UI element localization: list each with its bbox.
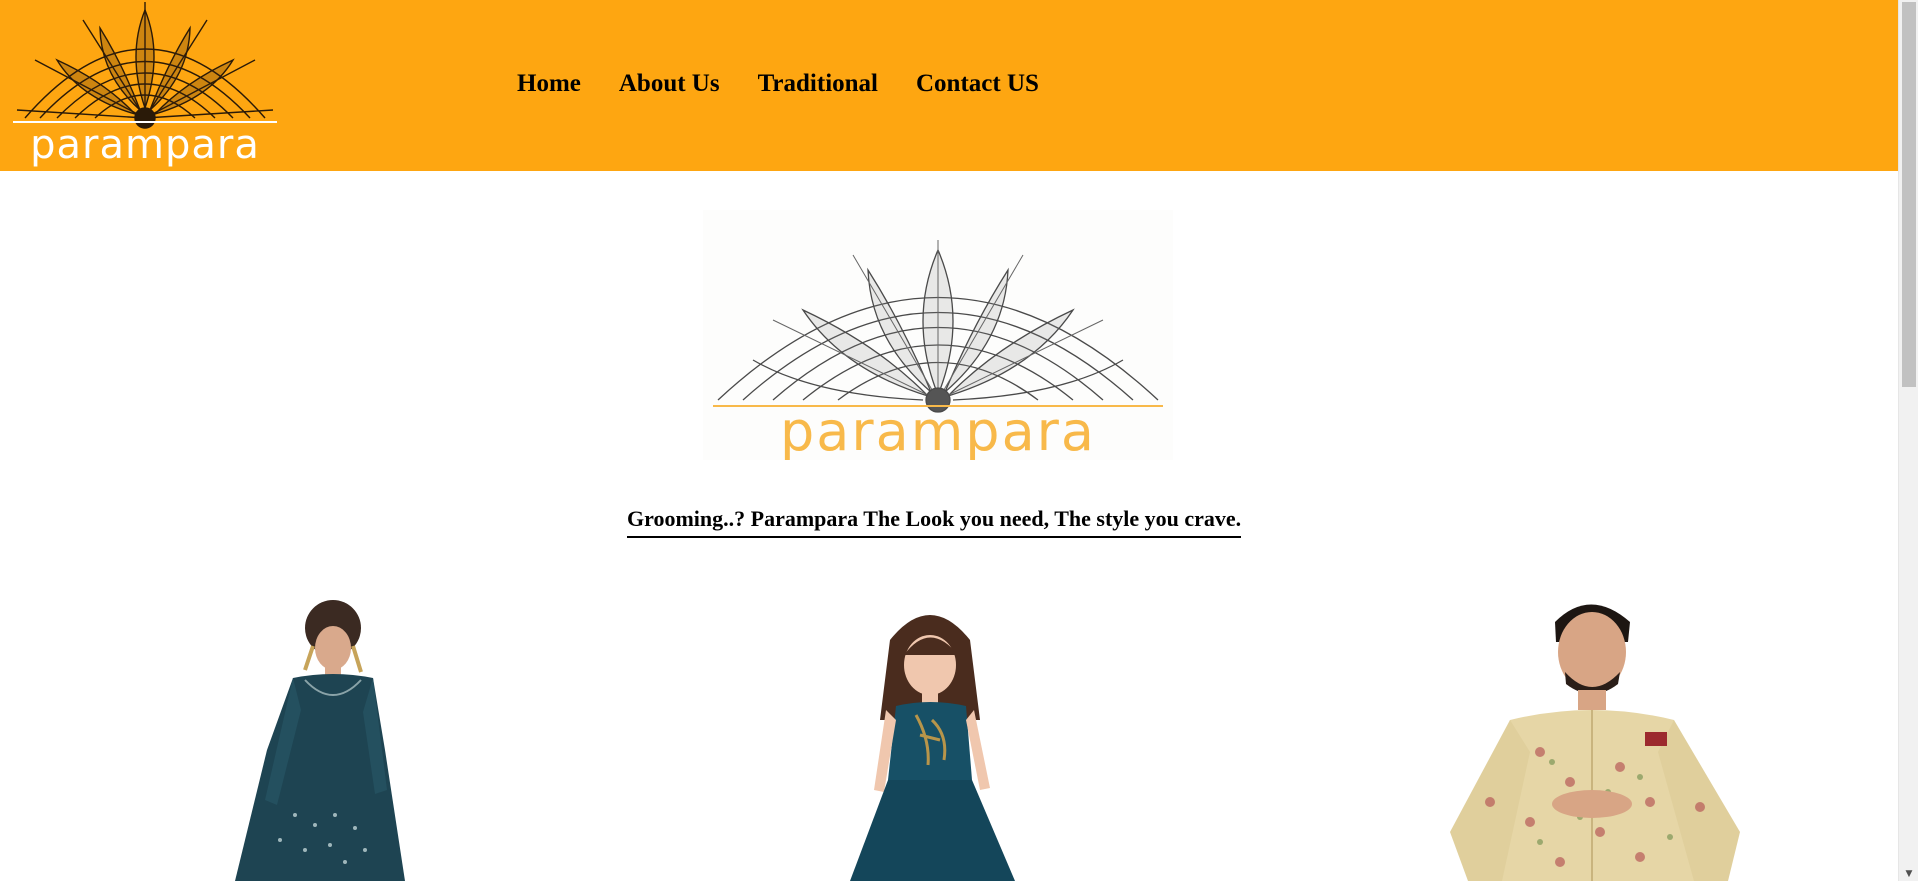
mandala-logo-icon: parampara xyxy=(703,210,1173,460)
man-sherwani-image xyxy=(1450,604,1740,881)
scrollbar-thumb[interactable] xyxy=(1902,2,1916,387)
hero-logo: parampara xyxy=(703,210,1173,460)
product-image-man-sherwani[interactable] xyxy=(1440,592,1760,881)
vertical-scrollbar[interactable]: ▼ xyxy=(1898,0,1918,881)
nav-contact-us[interactable]: Contact US xyxy=(916,69,1039,99)
nav-home[interactable]: Home xyxy=(517,69,581,99)
nav-traditional[interactable]: Traditional xyxy=(758,69,878,99)
scroll-down-arrow-icon[interactable]: ▼ xyxy=(1899,867,1918,881)
page: parampara Home About Us Traditional Cont… xyxy=(0,0,1918,881)
hero-tagline: Grooming..? Parampara The Look you need,… xyxy=(627,506,1242,538)
girl-gown-image xyxy=(850,615,1015,881)
product-image-woman-dress[interactable] xyxy=(205,600,415,881)
site-header: parampara Home About Us Traditional Cont… xyxy=(0,0,1898,171)
mandala-logo-icon: parampara xyxy=(13,2,277,168)
brand-logo[interactable]: parampara xyxy=(5,0,285,171)
brand-wordmark: parampara xyxy=(30,122,260,168)
hero-wordmark: parampara xyxy=(780,400,1096,460)
nav-about-us[interactable]: About Us xyxy=(619,69,720,99)
woman-anarkali-dress-image xyxy=(235,600,405,881)
main-nav: Home About Us Traditional Contact US xyxy=(517,69,1039,99)
product-image-girl-gown[interactable] xyxy=(820,600,1050,881)
